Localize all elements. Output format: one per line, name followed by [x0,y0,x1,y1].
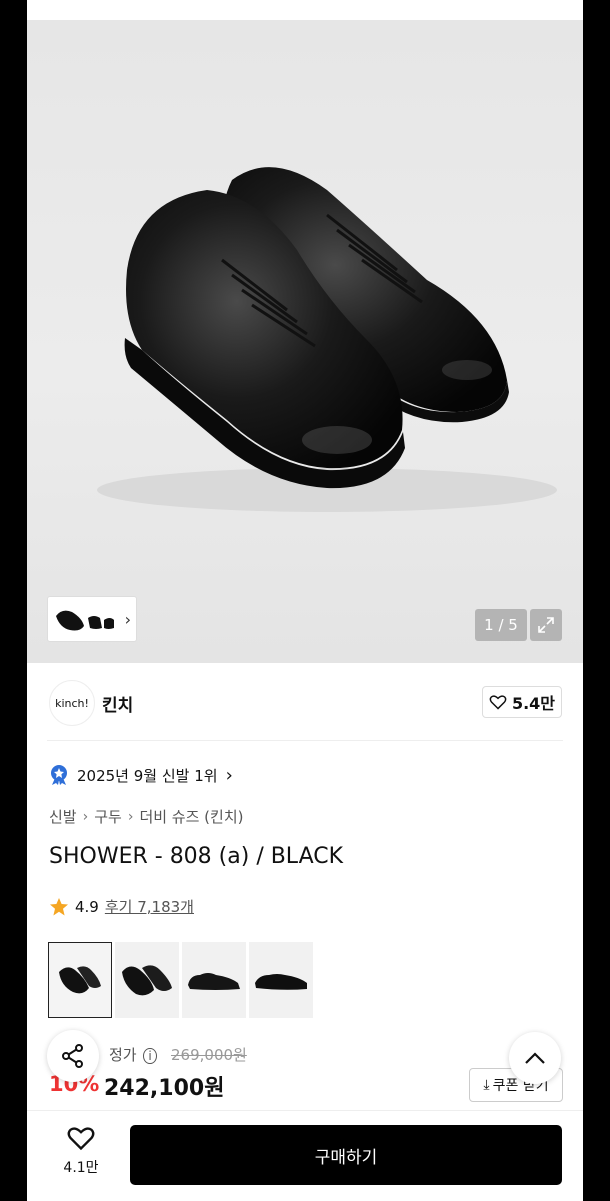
breadcrumb-item[interactable]: 신발 [49,806,77,827]
breadcrumb-item[interactable]: 더비 슈즈 (킨치) [139,806,243,827]
chevron-right-icon: › [124,610,131,629]
breadcrumb: 신발 › 구두 › 더비 슈즈 (킨치) [49,806,243,827]
buy-button[interactable]: 구매하기 [130,1125,562,1185]
wishlist-count: 4.1만 [63,1160,99,1176]
ranking-link[interactable]: 2025년 9월 신발 1위 › [49,762,233,788]
bottom-action-bar: 4.1만 구매하기 [27,1110,583,1201]
heart-icon [67,1127,95,1151]
ranking-badge-icon [51,765,67,785]
variant-thumbnail[interactable] [249,942,313,1018]
variant-image [59,966,101,994]
original-price-label: 정가 i [109,1044,157,1065]
variant-thumbnail[interactable] [48,942,112,1018]
breadcrumb-item[interactable]: 구두 [94,806,122,827]
original-price: 269,000원 [171,1046,247,1064]
variant-thumbnail[interactable] [182,942,246,1018]
product-main-image [97,167,557,512]
divider [47,740,563,741]
chevron-right-icon: › [127,808,134,825]
heart-icon [489,695,507,710]
variant-thumbnails [48,942,313,1018]
brand-name[interactable]: 킨치 [102,691,133,716]
share-button[interactable] [47,1030,99,1082]
brand-row: kinch! 킨치 5.4만 [27,676,583,728]
brand-logo[interactable]: kinch! [49,680,95,726]
variant-image [122,965,172,996]
product-title: SHOWER - 808 (a) / BLACK [49,844,344,869]
brand-like-button[interactable]: 5.4만 [482,686,562,718]
info-icon[interactable]: i [143,1048,157,1064]
variant-thumbnail[interactable] [115,942,179,1018]
product-page: › 1 / 5 kinch! 킨치 5.4만 2025년 9월 신발 1위 › … [27,0,583,1110]
rating-row: 4.9 후기 7,183개 [49,896,194,917]
review-link[interactable]: 후기 7,183개 [105,896,194,917]
star-icon [50,897,68,915]
chevron-up-icon [525,1052,545,1064]
rating-score: 4.9 [75,897,99,916]
wishlist-button[interactable]: 4.1만 [55,1125,107,1177]
expand-button[interactable] [530,609,562,641]
variant-image [188,973,240,990]
chevron-right-icon: › [225,764,233,786]
variant-image [255,974,307,990]
image-counter: 1 / 5 [475,609,527,641]
thumbnail-shoes-image [56,610,114,631]
expand-icon [538,617,554,633]
download-icon: ⤓ [483,1077,490,1093]
product-image-gallery[interactable]: › 1 / 5 [27,20,583,663]
scroll-top-button[interactable] [509,1032,561,1084]
sale-price: 242,100원 [104,1076,225,1101]
brand-like-count: 5.4만 [511,694,556,713]
chevron-right-icon: › [82,808,89,825]
share-icon [62,1044,83,1068]
ranking-text: 2025년 9월 신발 1위 [77,766,218,785]
image-thumbnail-strip[interactable]: › [47,596,137,642]
